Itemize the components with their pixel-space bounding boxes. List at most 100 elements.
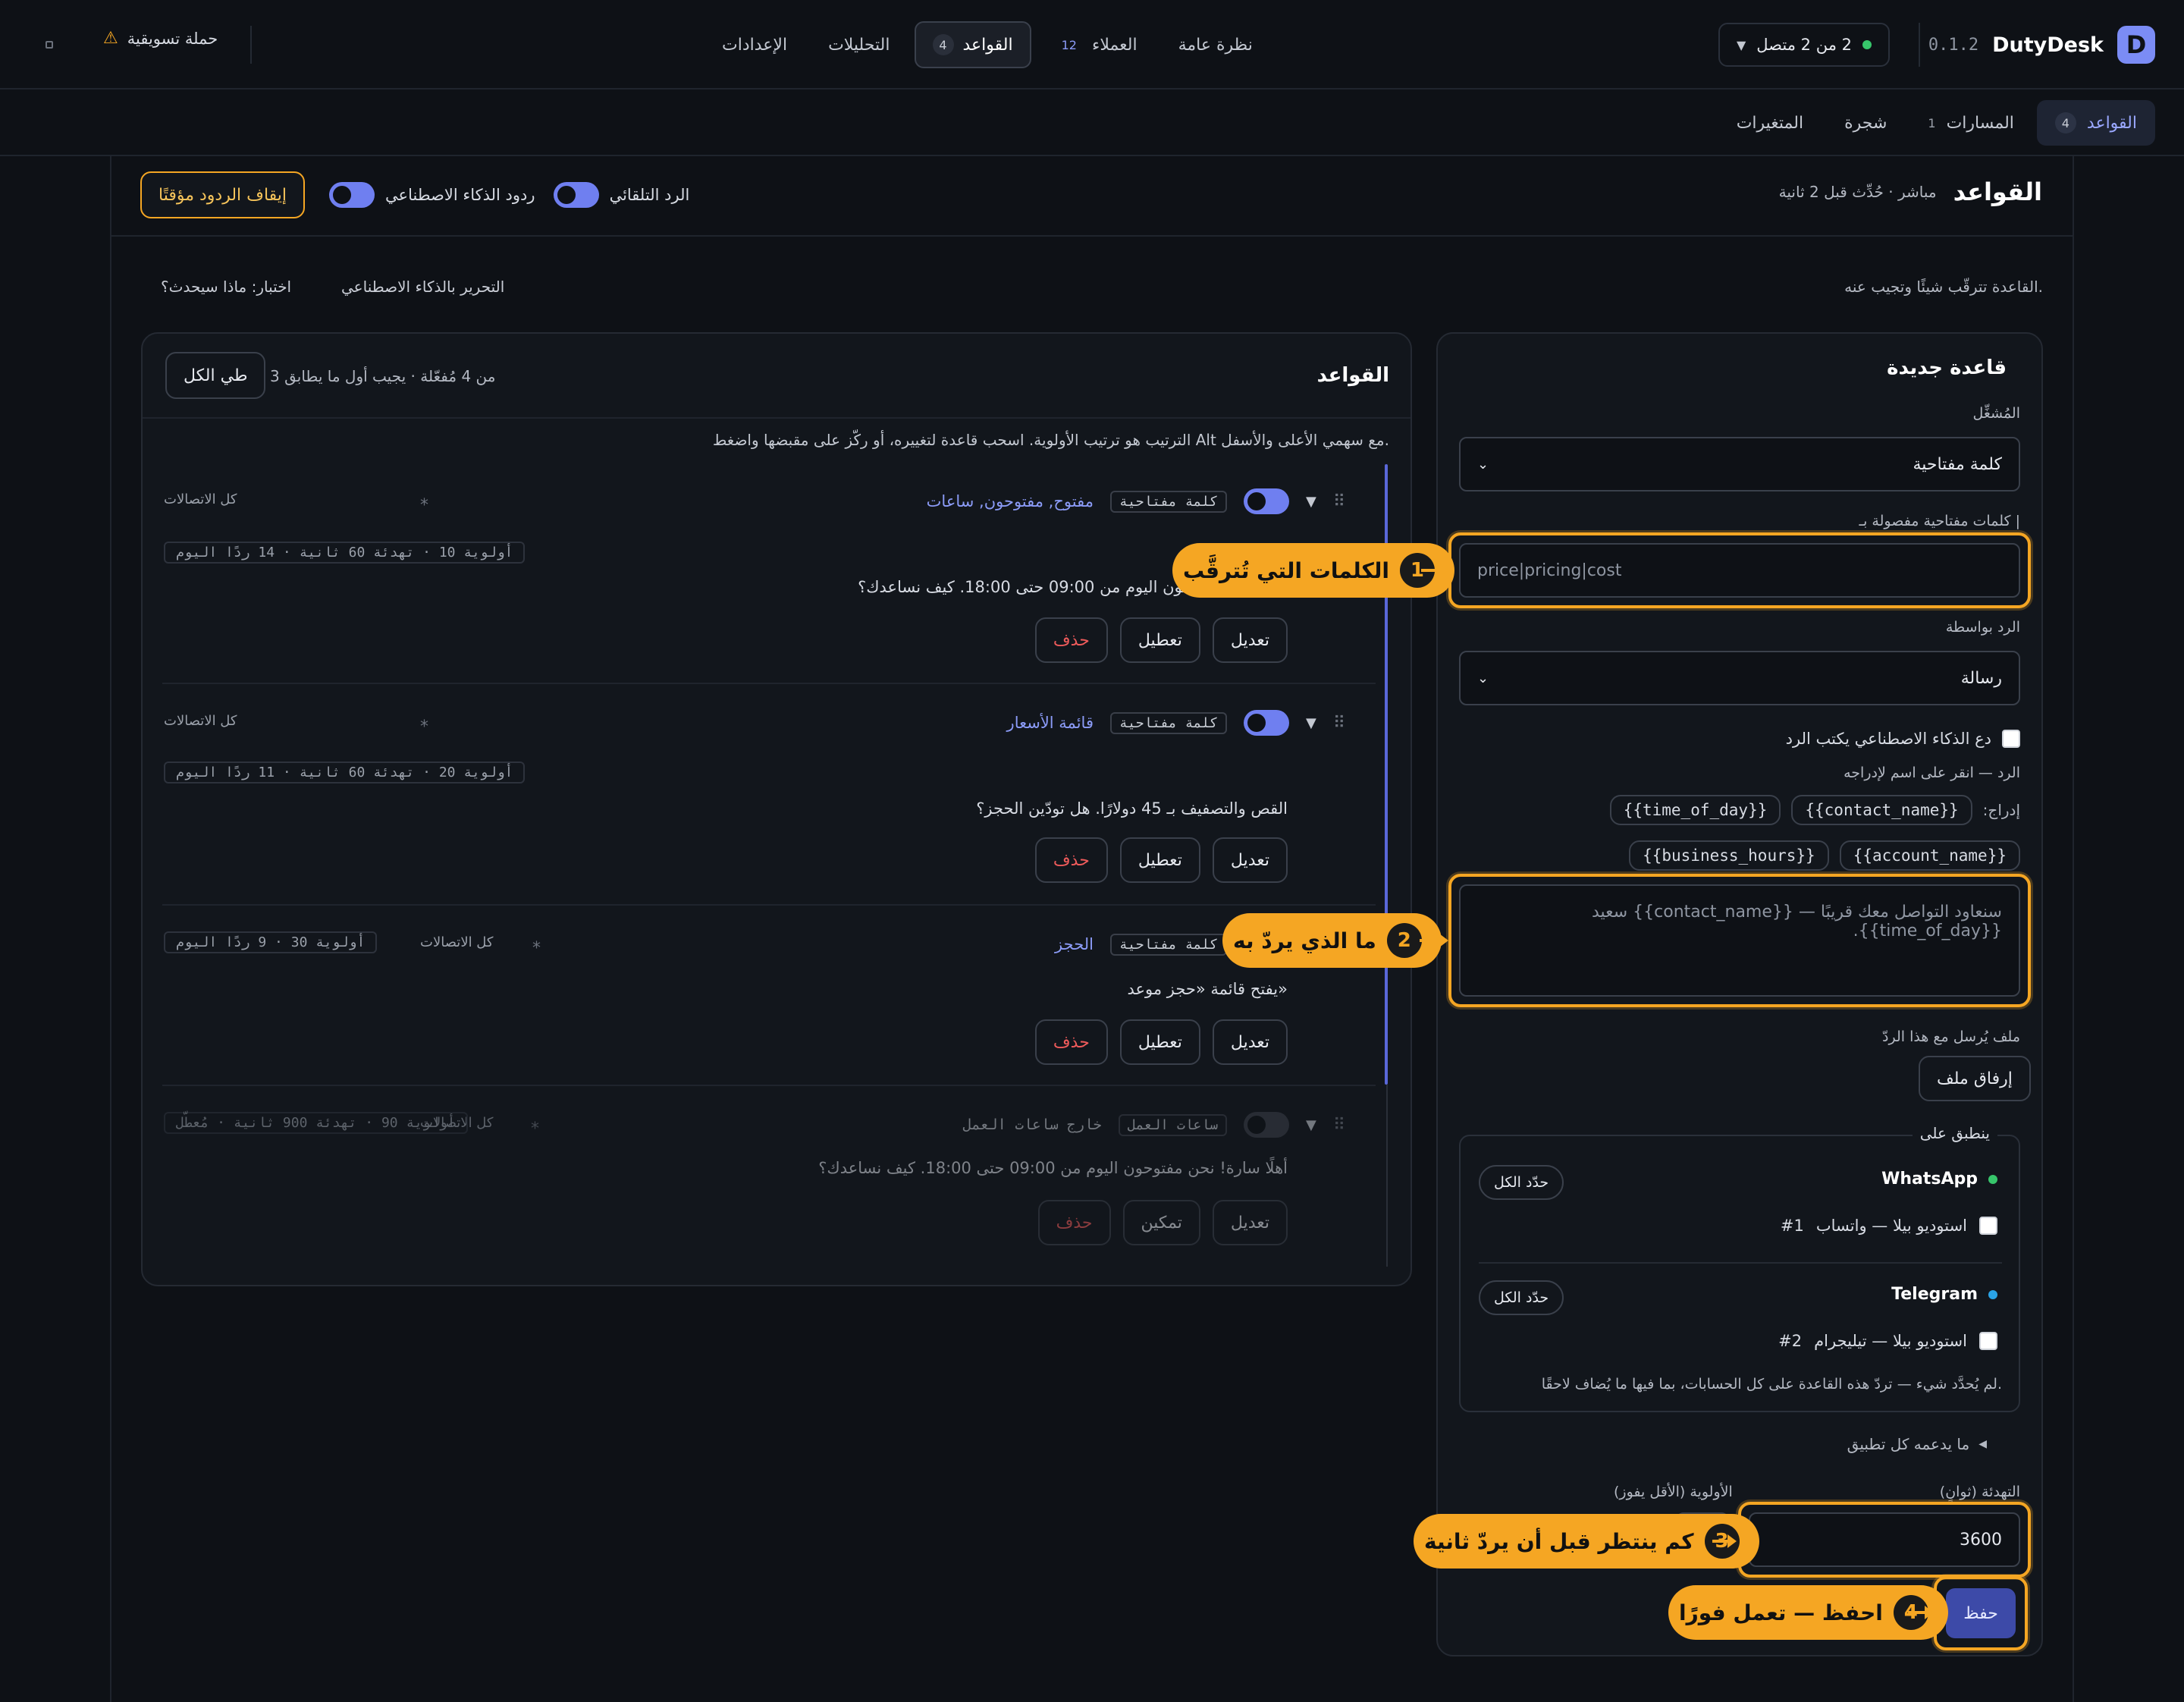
rule-name[interactable]: قائمة الأسعار — [1007, 714, 1094, 732]
subnav-rules[interactable]: القواعد 4 — [2036, 100, 2155, 146]
applies-note: لم يُحدَّد شيء — تردّ هذه القاعدة على كل… — [1541, 1376, 2002, 1393]
checkbox[interactable] — [1979, 1217, 1997, 1235]
delete-button[interactable]: حذف — [1034, 617, 1108, 663]
highlight-frame — [1738, 1502, 2031, 1578]
pause-replies-button[interactable]: إيقاف الردود مؤقتًا — [140, 171, 306, 218]
variable-chip[interactable]: {{time_of_day}} — [1609, 795, 1781, 825]
app-version: 0.1.2 — [1928, 35, 1979, 55]
attach-file-button[interactable]: إرفاق ملف — [1919, 1056, 2031, 1101]
rule-scope: كل الاتصالات — [164, 713, 237, 729]
rule-meta: أولوية 90 · تهدئة 900 ثانية · مُعطّل — [164, 1112, 468, 1134]
callout-keywords: 1 الكلمات التي تُترقَّب — [1172, 543, 1454, 598]
edit-button[interactable]: تعديل — [1212, 837, 1288, 883]
form-title: قاعدة جديدة — [1887, 356, 2007, 379]
rule-name[interactable]: خارج ساعات العمل — [963, 1116, 1102, 1133]
reply-label: الرد — انقر على اسم لإدراجه — [1844, 765, 2020, 781]
campaign-button[interactable]: حملة تسويقية ⚠ — [103, 29, 218, 48]
connection-selector[interactable]: 2 من 2 متصل ▼ — [1718, 23, 1890, 67]
rule-scope: كل الاتصالات — [164, 491, 237, 507]
select-all-whatsapp-button[interactable]: حدّد الكل — [1479, 1165, 1564, 1200]
disable-button[interactable]: تعطيل — [1119, 617, 1200, 663]
star-icon: * — [420, 496, 428, 515]
sub-nav-bar: القواعد 4 المسارات 1 شجرة المتغيرات — [0, 89, 2184, 156]
expand-caret-icon[interactable]: ▼ — [1306, 715, 1316, 731]
edit-button[interactable]: تعديل — [1212, 1200, 1288, 1245]
delete-button[interactable]: حذف — [1034, 837, 1108, 883]
disable-button[interactable]: تعطيل — [1119, 1019, 1200, 1065]
variable-chip[interactable]: {{account_name}} — [1839, 840, 2020, 871]
connection-status: 2 من 2 متصل — [1756, 36, 1852, 54]
live-status: مباشر · حُدِّث قبل 2 ثانية — [1778, 183, 1937, 201]
ai-write-checkbox[interactable]: دع الذكاء الاصطناعي يكتب الرد — [1786, 730, 2020, 748]
auto-reply-toggle[interactable]: الرد التلقائي — [553, 182, 689, 208]
drag-handle-icon[interactable]: ⠿ — [1333, 492, 1345, 511]
ai-replies-toggle[interactable]: ردود الذكاء الاصطناعي — [329, 182, 535, 208]
ai-edit-link[interactable]: التحرير بالذكاء الاصطناعي — [341, 278, 504, 296]
file-label: ملف يُرسل مع هذا الردّ — [1882, 1028, 2020, 1045]
rule-card[interactable]: ⠿ ▼ كلمة مفتاحية الحجز * كل الاتصالات أو… — [132, 931, 1345, 1083]
brand[interactable]: D DutyDesk 0.1.2 — [1928, 26, 2155, 64]
checkbox[interactable] — [1979, 1332, 1997, 1350]
rule-name[interactable]: الحجز — [1055, 935, 1094, 953]
edit-button[interactable]: تعديل — [1212, 1019, 1288, 1065]
nav-customers[interactable]: العملاء 12 — [1039, 21, 1154, 68]
rule-reply-preview: يفتح قائمة «حجز موعد» — [1127, 980, 1288, 998]
subnav-variables[interactable]: المتغيرات — [1718, 100, 1822, 146]
test-link[interactable]: اختبار: ماذا سيحدث؟ — [161, 278, 291, 296]
rule-card-disabled[interactable]: ⠿ ▼ ساعات العمل خارج ساعات العمل * كل ال… — [132, 1112, 1345, 1264]
nav-analytics[interactable]: التحليلات — [811, 21, 906, 68]
star-icon: * — [532, 939, 541, 958]
drag-handle-icon[interactable]: ⠿ — [1333, 714, 1345, 733]
small-square-icon[interactable] — [46, 41, 53, 49]
drag-handle-icon[interactable]: ⠿ — [1333, 1116, 1345, 1135]
rule-card[interactable]: ⠿ ▼ كلمة مفتاحية قائمة الأسعار * كل الات… — [132, 710, 1345, 907]
rule-toggle[interactable] — [1244, 488, 1290, 514]
toggle-switch[interactable] — [329, 182, 375, 208]
subnav-flows[interactable]: المسارات 1 — [1909, 100, 2032, 146]
expand-caret-icon[interactable]: ▼ — [1306, 494, 1316, 510]
telegram-dot-icon — [1988, 1289, 1997, 1299]
variable-chip[interactable]: {{contact_name}} — [1791, 795, 1972, 825]
account-telegram[interactable]: استوديو بيلا — تيليجرام #2 — [1778, 1332, 1997, 1350]
rules-header: القواعد مباشر · حُدِّث قبل 2 ثانية الرد … — [111, 156, 2073, 237]
trigger-select[interactable]: كلمة مفتاحية ⌄ — [1459, 437, 2020, 491]
rule-name[interactable]: مفتوح, مفتوحون, ساعات — [927, 492, 1094, 510]
variable-chip[interactable]: {{business_hours}} — [1629, 840, 1829, 871]
disable-button[interactable]: تعطيل — [1119, 837, 1200, 883]
rule-type-tag: كلمة مفتاحية — [1109, 490, 1228, 513]
intro-text: القاعدة تترقّب شيئًا وتجيب عنه. — [1844, 278, 2043, 296]
divider — [143, 417, 1410, 419]
toggle-switch[interactable] — [553, 182, 599, 208]
rule-meta: أولوية 30 · 9 ردًا اليوم — [164, 931, 378, 953]
edit-button[interactable]: تعديل — [1212, 617, 1288, 663]
checkbox[interactable] — [2002, 730, 2020, 748]
highlight-frame — [1448, 532, 2031, 608]
connected-dot-icon — [1862, 40, 1872, 49]
support-disclosure[interactable]: ◀ ما يدعمه كل تطبيق — [1847, 1435, 1987, 1453]
cooldown-label: التهدئة (ثوانٍ) — [1939, 1484, 2020, 1500]
collapse-all-button[interactable]: طي الكل — [165, 352, 266, 399]
rules-panel-title: القواعد — [1316, 364, 1389, 387]
reply-with-select[interactable]: رسالة ⌄ — [1459, 651, 2020, 705]
subnav-tree[interactable]: شجرة — [1826, 100, 1905, 146]
reply-with-label: الرد بواسطة — [1945, 619, 2020, 636]
expand-caret-icon[interactable]: ▼ — [1306, 1117, 1316, 1133]
enable-button[interactable]: تمكين — [1122, 1200, 1200, 1245]
nav-overview[interactable]: نظرة عامة — [1162, 21, 1269, 68]
nav-rules[interactable]: القواعد 4 — [914, 21, 1031, 68]
delete-button[interactable]: حذف — [1037, 1200, 1111, 1245]
delete-button[interactable]: حذف — [1034, 1019, 1108, 1065]
priority-label: الأولوية (الأقل يفوز) — [1614, 1484, 1733, 1500]
rule-card[interactable]: ⠿ ▼ كلمة مفتاحية مفتوح, مفتوحون, ساعات *… — [132, 488, 1345, 686]
rule-type-tag: كلمة مفتاحية — [1109, 933, 1228, 956]
rule-toggle[interactable] — [1244, 710, 1290, 736]
rule-reply-preview: أهلًا سارة! نحن مفتوحون اليوم من 09:00 ح… — [818, 1159, 1288, 1177]
account-whatsapp[interactable]: استوديو بيلا — واتساب #1 — [1781, 1217, 1997, 1235]
select-all-telegram-button[interactable]: حدّد الكل — [1479, 1280, 1564, 1315]
divider — [1919, 23, 1920, 67]
rule-toggle[interactable] — [1244, 1112, 1290, 1138]
callout-cooldown: 3 كم ينتظر قبل أن يردّ ثانية — [1414, 1514, 1759, 1569]
nav-settings[interactable]: الإعدادات — [705, 21, 804, 68]
brand-logo-icon: D — [2117, 26, 2155, 64]
star-icon: * — [420, 718, 428, 736]
